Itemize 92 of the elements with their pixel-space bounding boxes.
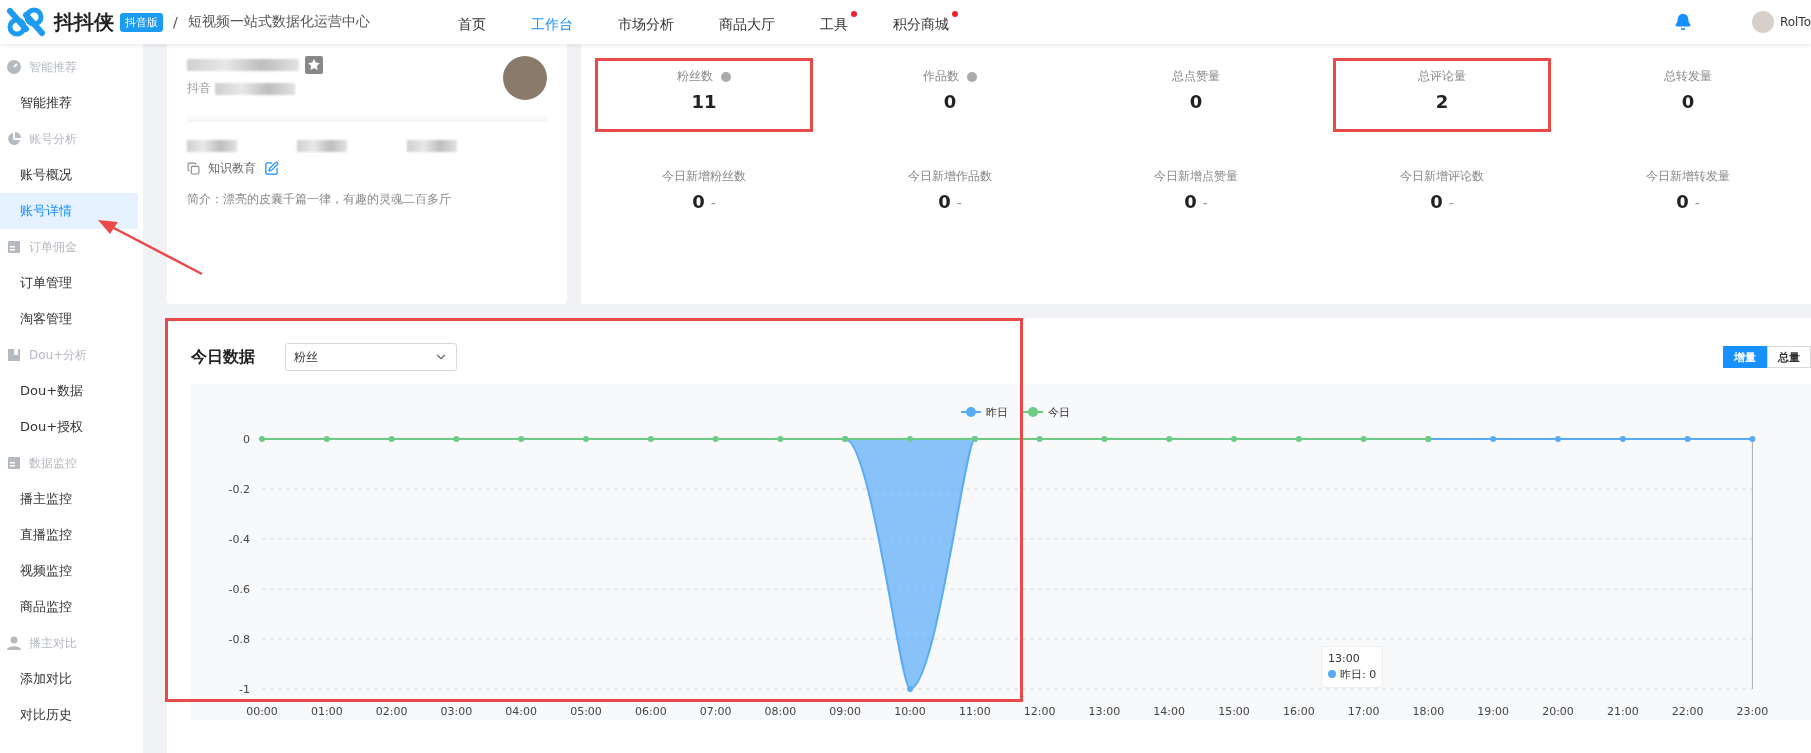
metric-select[interactable]: 粉丝 bbox=[285, 343, 457, 371]
stat-label: 粉丝数 bbox=[677, 68, 713, 85]
x-axis-label: 15:00 bbox=[1218, 705, 1250, 718]
x-axis-label: 07:00 bbox=[699, 705, 732, 718]
category-label: 知识教育 bbox=[208, 160, 256, 177]
stat-value: 0 bbox=[1681, 91, 1695, 112]
brand-name: 抖抖侠 bbox=[54, 8, 114, 36]
x-axis-label: 03:00 bbox=[440, 705, 473, 718]
menu-group-title: 账号分析 bbox=[29, 130, 77, 148]
legend-label: 昨日 bbox=[986, 406, 1008, 419]
x-axis-label: 01:00 bbox=[310, 705, 343, 718]
y-axis-label: -1 bbox=[239, 683, 250, 696]
trend-indicator: - bbox=[1202, 195, 1208, 211]
menu-group-title: Dou+分析 bbox=[29, 346, 88, 364]
x-axis-label: 21:00 bbox=[1606, 705, 1639, 718]
x-axis-label: 17:00 bbox=[1347, 705, 1380, 718]
x-axis-label: 10:00 bbox=[894, 705, 926, 718]
menu-item[interactable]: 视频监控 bbox=[0, 553, 138, 589]
stat-value: 0 bbox=[692, 191, 705, 212]
x-axis-label: 09:00 bbox=[829, 705, 862, 718]
menu-item[interactable]: 订单管理 bbox=[0, 265, 138, 301]
chart-tooltip: 13:00 昨日: 0 bbox=[1321, 646, 1384, 688]
nav-link[interactable]: 市场分析 bbox=[617, 10, 683, 34]
menu-item[interactable]: 淘客管理 bbox=[0, 301, 138, 337]
x-axis-label: 06:00 bbox=[634, 705, 667, 718]
x-axis-label: 14:00 bbox=[1153, 705, 1186, 718]
y-axis-label: -0.6 bbox=[228, 583, 250, 596]
nav-link[interactable]: 首页 bbox=[457, 10, 495, 34]
stat-label: 今日新增作品数 bbox=[908, 168, 992, 185]
site-subtitle: 短视频一站式数据化运营中心 bbox=[187, 13, 370, 31]
menu-item[interactable]: 直播监控 bbox=[0, 517, 138, 553]
legend-label: 今日 bbox=[1048, 406, 1070, 419]
stat-value: 2 bbox=[1435, 91, 1449, 112]
stat-label: 今日新增粉丝数 bbox=[662, 168, 746, 185]
stat-label: 总评论量 bbox=[1418, 68, 1466, 85]
stat-label: 作品数 bbox=[923, 68, 959, 85]
menu-group-title: 订单佣金 bbox=[29, 238, 77, 256]
x-axis-label: 18:00 bbox=[1412, 705, 1445, 718]
trend-indicator: - bbox=[1448, 195, 1454, 211]
stat-label: 今日新增评论数 bbox=[1400, 168, 1484, 185]
stat-value: 0 bbox=[1676, 191, 1689, 212]
panel-title: 今日数据 bbox=[191, 346, 255, 368]
menu-item[interactable]: 播主监控 bbox=[0, 481, 138, 517]
stat-value: 0 bbox=[938, 191, 951, 212]
menu-item[interactable]: 对比历史 bbox=[0, 697, 138, 733]
menu-item[interactable]: 账号概况 bbox=[0, 157, 138, 193]
trend-indicator: - bbox=[956, 195, 962, 211]
menu-item[interactable]: Dou+数据 bbox=[0, 373, 138, 409]
edition-badge: 抖音版 bbox=[120, 12, 163, 32]
menu-item[interactable]: 智能推荐 bbox=[0, 85, 138, 121]
stat-value: 0 bbox=[943, 91, 957, 112]
y-axis-label: 0 bbox=[243, 433, 250, 446]
x-axis-label: 02:00 bbox=[375, 705, 408, 718]
y-axis-label: -0.2 bbox=[228, 483, 250, 496]
separator: / bbox=[173, 14, 178, 30]
stat-value: 0 bbox=[1184, 191, 1197, 212]
x-axis-label: 08:00 bbox=[764, 705, 797, 718]
stat-value: 0 bbox=[1430, 191, 1443, 212]
trend-indicator: - bbox=[1694, 195, 1700, 211]
menu-item[interactable]: Dou+授权 bbox=[0, 409, 138, 445]
x-axis-label: 20:00 bbox=[1542, 705, 1574, 718]
menu-group-title: 播主对比 bbox=[29, 634, 77, 652]
x-axis-label: 16:00 bbox=[1282, 705, 1315, 718]
nav-link[interactable]: 积分商城 bbox=[892, 10, 958, 34]
user-name[interactable]: RolTo bbox=[1779, 15, 1811, 29]
x-axis-label: 04:00 bbox=[505, 705, 538, 718]
nav-link[interactable]: 工具 bbox=[819, 10, 857, 34]
trend-indicator: - bbox=[710, 195, 716, 211]
x-axis-label: 05:00 bbox=[570, 705, 602, 718]
stat-label: 今日新增转发量 bbox=[1646, 168, 1730, 185]
menu-item[interactable]: 添加对比 bbox=[0, 661, 138, 697]
stat-label: 总点赞量 bbox=[1172, 68, 1220, 85]
bio-text: 简介：漂亮的皮囊千篇一律，有趣的灵魂二百多斤 bbox=[187, 191, 452, 208]
x-axis-label: 11:00 bbox=[958, 705, 991, 718]
x-axis-label: 00:00 bbox=[246, 705, 278, 718]
stat-value: 11 bbox=[691, 91, 717, 112]
mode-toggle[interactable]: 总量 bbox=[1767, 346, 1811, 368]
stat-label: 今日新增点赞量 bbox=[1154, 168, 1238, 185]
y-axis-label: -0.8 bbox=[228, 633, 250, 646]
y-axis-label: -0.4 bbox=[228, 533, 250, 546]
x-axis-label: 19:00 bbox=[1477, 705, 1510, 718]
menu-group-title: 数据监控 bbox=[29, 454, 77, 472]
x-axis-label: 13:00 bbox=[1088, 705, 1121, 718]
x-axis-label: 22:00 bbox=[1671, 705, 1704, 718]
x-axis-label: 12:00 bbox=[1023, 705, 1056, 718]
menu-item[interactable]: 商品监控 bbox=[0, 589, 138, 625]
menu-group-title: 智能推荐 bbox=[29, 58, 77, 76]
account-id-label: 抖音 bbox=[187, 80, 211, 97]
stat-label: 总转发量 bbox=[1664, 68, 1712, 85]
nav-link[interactable]: 商品大厅 bbox=[718, 10, 784, 34]
stat-value: 0 bbox=[1189, 91, 1203, 112]
x-axis-label: 23:00 bbox=[1736, 705, 1769, 718]
